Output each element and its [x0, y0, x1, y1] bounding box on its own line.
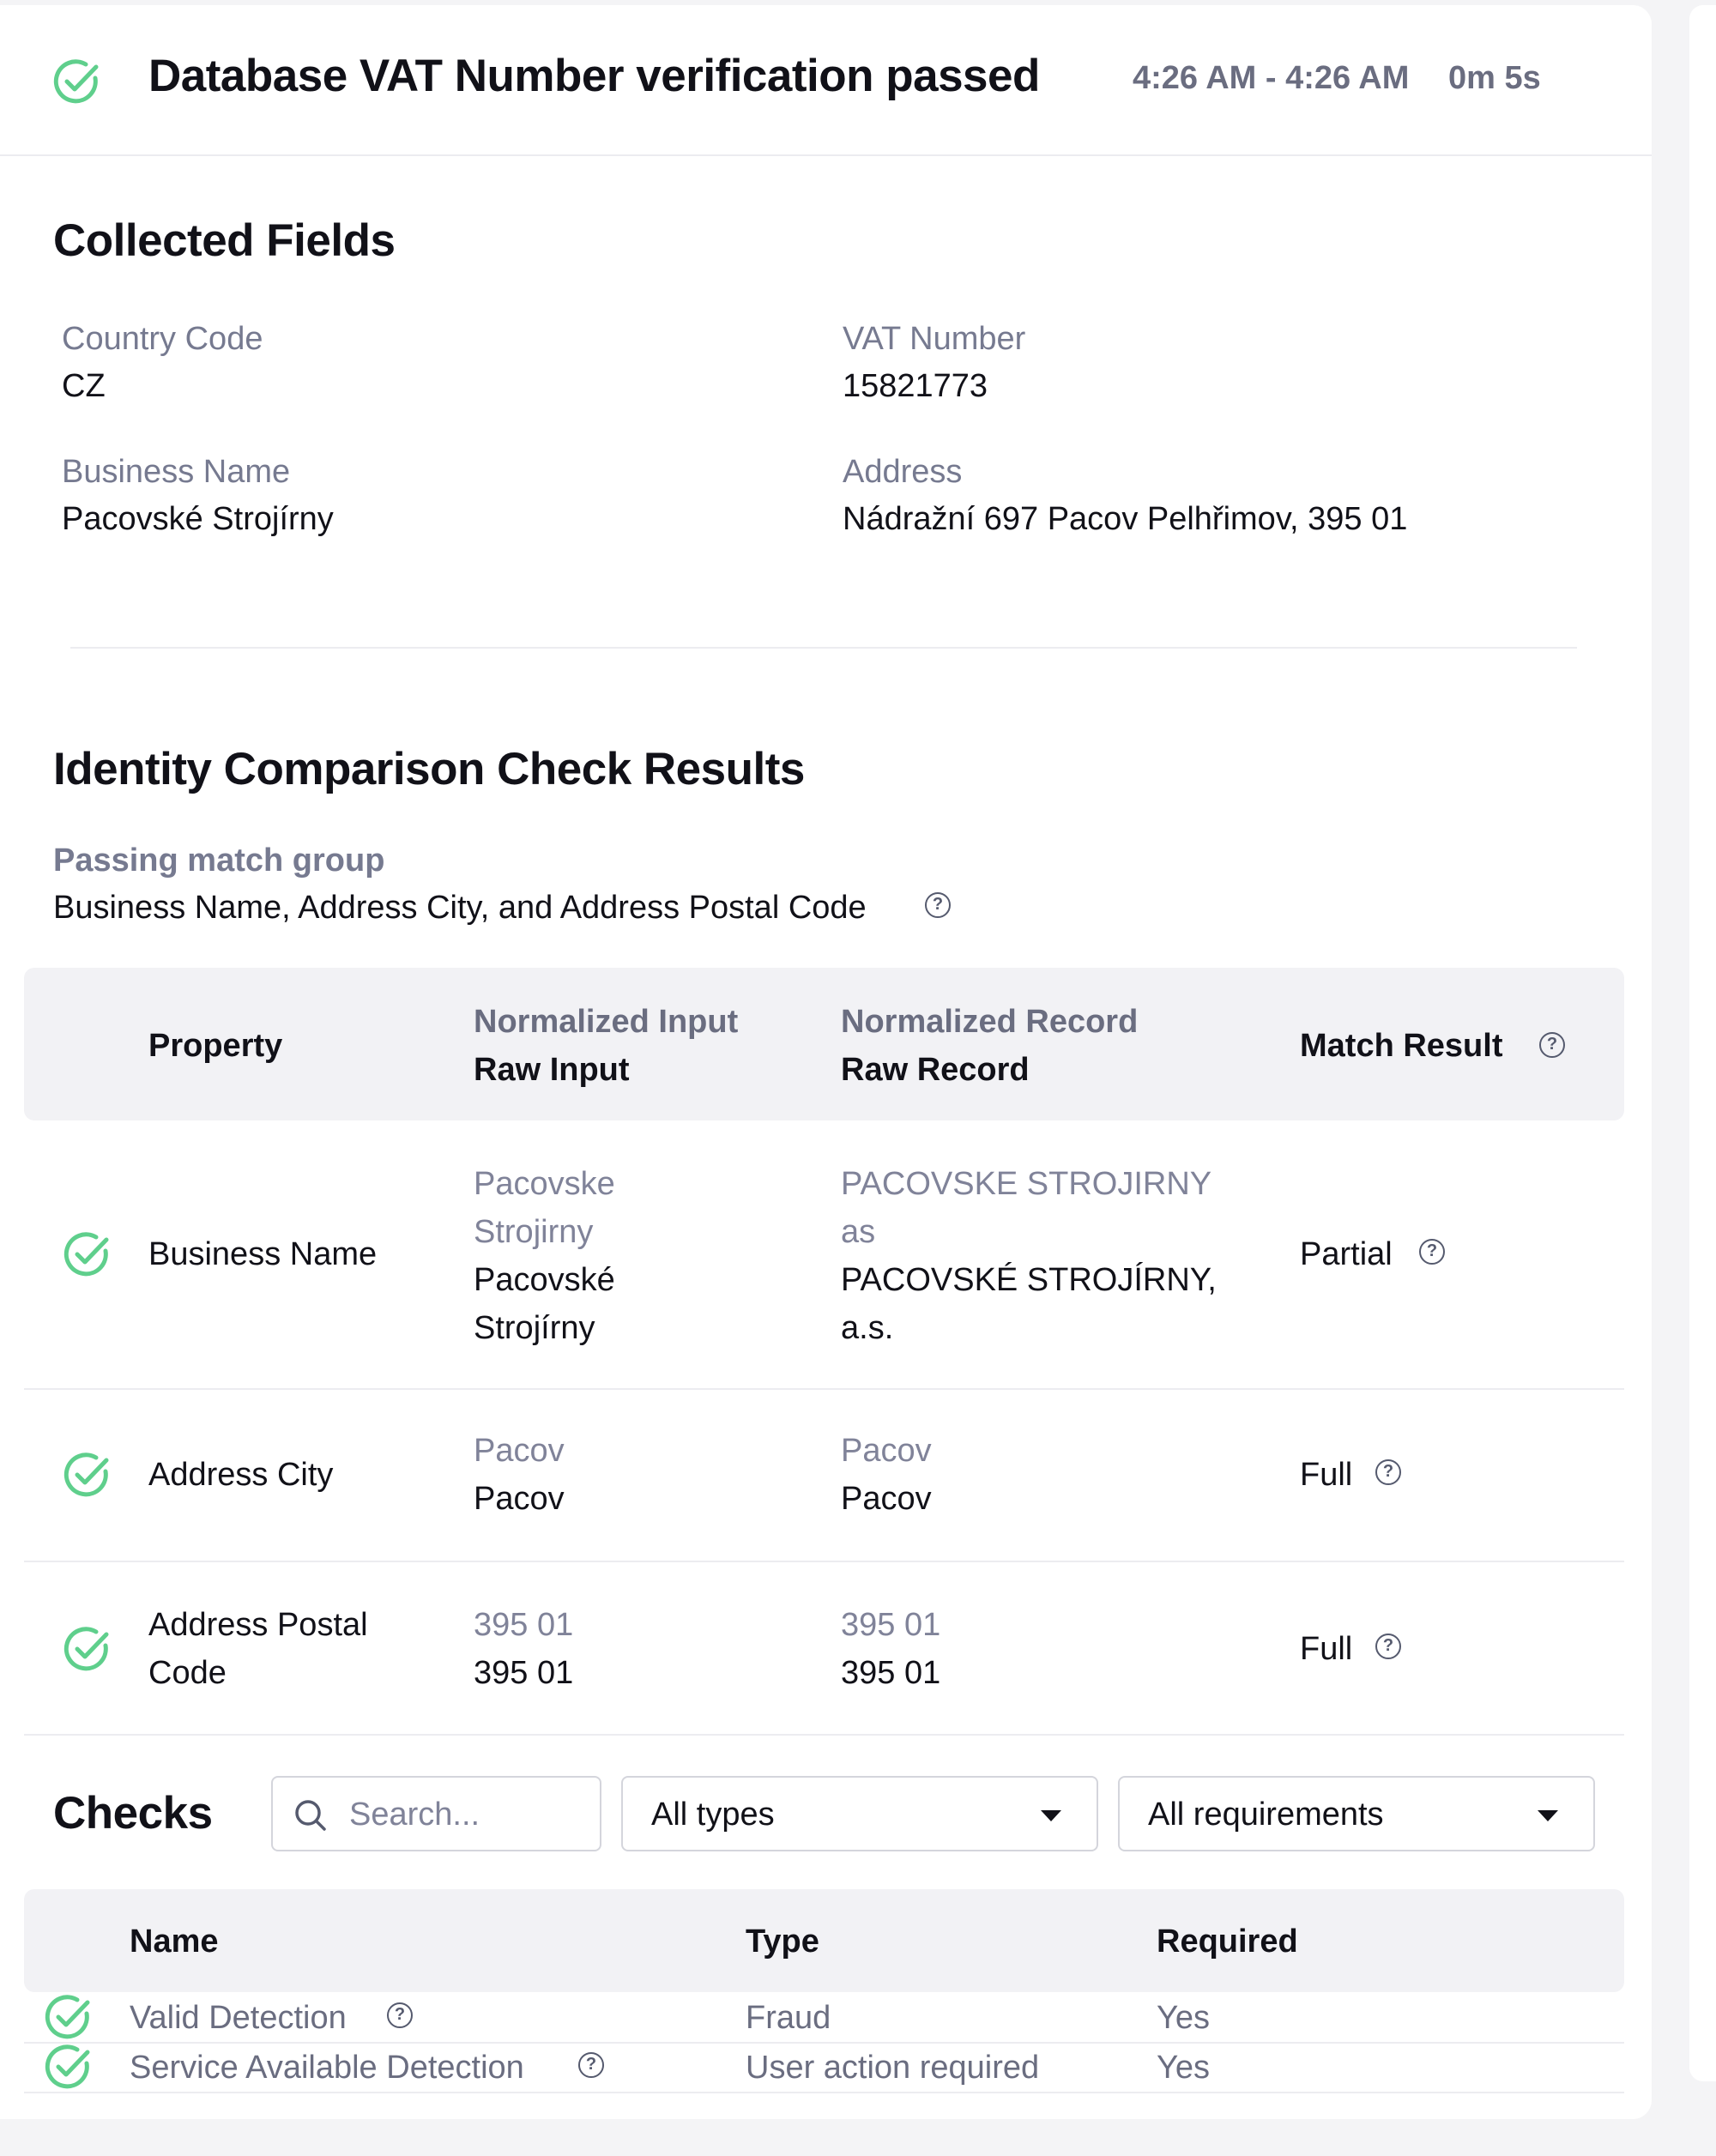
search-icon [293, 1798, 328, 1837]
passing-match-group-value: Business Name, Address City, and Address… [53, 890, 867, 926]
checks-title: Checks [53, 1788, 213, 1839]
help-icon[interactable]: ? [1419, 1239, 1445, 1265]
check-circle-icon [43, 2042, 93, 2092]
side-panel [1689, 5, 1716, 2081]
column-header-type: Type [746, 1923, 819, 1960]
row-divider [24, 1561, 1624, 1562]
property-address-city: Address City [148, 1457, 334, 1493]
field-value-country-code: CZ [62, 368, 106, 404]
normalized-input-business-name: Pacovske Strojirny [474, 1166, 615, 1250]
raw-record-business-name: PACOVSKÉ STROJÍRNY, a.s. [841, 1262, 1217, 1346]
check-circle-icon [62, 1624, 112, 1674]
requirement-filter-value: All requirements [1148, 1797, 1384, 1833]
raw-input-address-city: Pacov [474, 1481, 565, 1517]
caret-down-icon [1041, 1810, 1061, 1821]
column-header-normalized-record: Normalized Record [841, 1004, 1139, 1040]
normalized-record-postal-code: 395 01 [841, 1607, 941, 1643]
help-icon[interactable]: ? [1375, 1459, 1401, 1485]
column-header-name: Name [130, 1923, 219, 1960]
normalized-record-address-city: Pacov [841, 1433, 932, 1469]
page-title: Database VAT Number verification passed [148, 51, 1040, 101]
help-icon[interactable]: ? [1375, 1634, 1401, 1659]
column-header-match-result: Match Result [1300, 1028, 1503, 1064]
check-type-valid-detection: Fraud [746, 2000, 831, 2036]
row-divider [24, 2092, 1624, 2093]
field-label-business-name: Business Name [62, 454, 291, 490]
row-divider [24, 1734, 1624, 1736]
help-icon[interactable]: ? [925, 892, 951, 918]
type-filter-value: All types [651, 1797, 775, 1833]
help-icon[interactable]: ? [387, 2002, 413, 2028]
check-circle-icon [62, 1229, 112, 1279]
check-name-valid-detection: Valid Detection [130, 2000, 347, 2036]
check-required-valid-detection: Yes [1157, 2000, 1210, 2036]
field-label-vat-number: VAT Number [843, 321, 1026, 357]
normalized-record-business-name: PACOVSKE STROJIRNY as [841, 1166, 1211, 1250]
raw-record-postal-code: 395 01 [841, 1655, 941, 1691]
search-placeholder: Search... [349, 1797, 480, 1833]
match-result-address-city: Full [1300, 1457, 1353, 1493]
caret-down-icon [1538, 1810, 1558, 1821]
search-input[interactable]: Search... [271, 1776, 601, 1851]
column-header-raw-input: Raw Input [474, 1052, 630, 1088]
field-value-vat-number: 15821773 [843, 368, 988, 404]
property-business-name: Business Name [148, 1236, 378, 1272]
row-divider [24, 1388, 1624, 1390]
normalized-input-address-city: Pacov [474, 1433, 565, 1469]
check-required-service-available-detection: Yes [1157, 2050, 1210, 2086]
section-divider [70, 647, 1577, 649]
raw-input-business-name: Pacovské Strojírny [474, 1262, 615, 1346]
check-type-service-available-detection: User action required [746, 2050, 1040, 2086]
property-address-postal-code: Address Postal Code [148, 1607, 368, 1691]
raw-record-address-city: Pacov [841, 1481, 932, 1517]
match-result-postal-code: Full [1300, 1631, 1353, 1667]
check-circle-icon [62, 1450, 112, 1500]
time-range: 4:26 AM - 4:26 AM [1133, 60, 1410, 96]
check-name-service-available-detection: Service Available Detection [130, 2050, 524, 2086]
comparison-title: Identity Comparison Check Results [53, 744, 805, 794]
field-value-business-name: Pacovské Strojírny [62, 501, 334, 537]
passing-match-group-label: Passing match group [53, 842, 385, 879]
help-icon[interactable]: ? [1539, 1032, 1565, 1058]
help-icon[interactable]: ? [578, 2052, 604, 2078]
column-header-required: Required [1157, 1923, 1298, 1960]
checks-table-header [24, 1889, 1624, 1992]
field-label-address: Address [843, 454, 963, 490]
duration: 0m 5s [1448, 60, 1541, 96]
column-header-raw-record: Raw Record [841, 1052, 1030, 1088]
match-result-business-name: Partial [1300, 1236, 1393, 1272]
type-filter-select[interactable]: All types [621, 1776, 1098, 1851]
field-value-address: Nádražní 697 Pacov Pelhřimov, 395 01 [843, 501, 1408, 537]
column-header-normalized-input: Normalized Input [474, 1004, 739, 1040]
raw-input-postal-code: 395 01 [474, 1655, 574, 1691]
check-circle-icon [43, 1992, 93, 2042]
header-divider [0, 154, 1652, 156]
collected-fields-title: Collected Fields [53, 215, 396, 266]
requirement-filter-select[interactable]: All requirements [1118, 1776, 1595, 1851]
column-header-property: Property [148, 1028, 283, 1064]
normalized-input-postal-code: 395 01 [474, 1607, 574, 1643]
row-divider [24, 2042, 1624, 2044]
field-label-country-code: Country Code [62, 321, 263, 357]
check-circle-icon [51, 57, 101, 106]
